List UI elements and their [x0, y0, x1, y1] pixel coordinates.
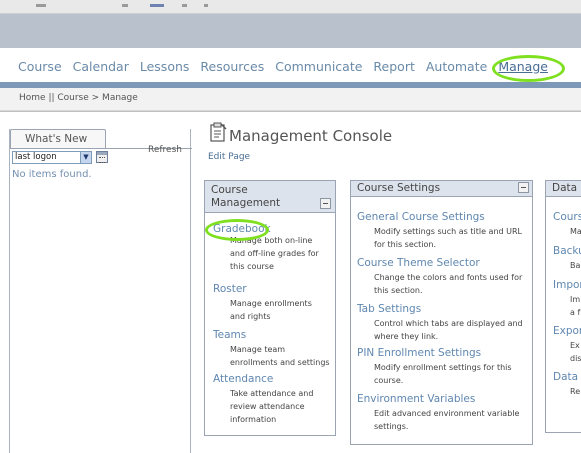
whats-new-filter-select[interactable]: last logon ▼ — [12, 151, 92, 164]
toolbar-fragment — [36, 4, 46, 7]
roster-link[interactable]: Roster — [213, 283, 328, 295]
course-data-link[interactable]: Cours — [553, 211, 581, 223]
attendance-link[interactable]: Attendance — [213, 373, 335, 385]
item-description: Im a f — [570, 295, 581, 317]
panel-title: Course Settings — [357, 182, 441, 194]
filter-selected-value: last logon — [15, 152, 57, 162]
panel-header: Course Management — [205, 181, 335, 213]
panel-header: Course Settings — [351, 181, 532, 197]
panel-data: Data I Cours Ma Backu Ba Impor Im a f Ex… — [545, 180, 581, 433]
toolbar-fragment — [204, 4, 208, 7]
header-divider — [0, 111, 581, 112]
item-description: Modify settings such as title and URL fo… — [374, 227, 523, 249]
panel-course-settings: Course Settings General Course Settings … — [350, 180, 533, 445]
minimize-icon[interactable] — [320, 198, 331, 209]
item-description: Control which tabs are displayed and whe… — [374, 319, 523, 341]
item-description: Take attendance and review attendance in… — [230, 389, 314, 424]
list-item: Data Re — [553, 371, 580, 398]
teams-link[interactable]: Teams — [213, 329, 335, 341]
course-theme-selector-link[interactable]: Course Theme Selector — [357, 257, 533, 269]
list-item: Expor Ex dis — [553, 325, 581, 365]
item-description: Manage team enrollments and settings — [230, 345, 330, 367]
import-link[interactable]: Impor — [553, 279, 581, 291]
calendar-icon[interactable] — [96, 151, 108, 163]
nav-item-communicate[interactable]: Communicate — [275, 59, 362, 74]
empty-message: No items found. — [12, 169, 92, 180]
panel-title: Course Management — [211, 184, 281, 209]
item-description: Ba — [570, 261, 581, 270]
item-description: Ma — [570, 227, 581, 236]
item-description: Change the colors and fonts used for thi… — [374, 273, 523, 295]
panel-header: Data I — [546, 181, 581, 197]
gradebook-highlight-circle — [205, 219, 269, 241]
nav-item-report[interactable]: Report — [373, 59, 414, 74]
browser-toolbar-strip — [0, 0, 581, 14]
minimize-icon[interactable] — [518, 182, 529, 193]
tab-whats-new[interactable]: What's New — [10, 129, 106, 149]
toolbar-fragment — [150, 4, 164, 7]
edit-page-link[interactable]: Edit Page — [208, 152, 250, 162]
list-item: Teams Manage team enrollments and settin… — [213, 329, 335, 369]
nav-item-automate[interactable]: Automate — [426, 59, 487, 74]
environment-variables-link[interactable]: Environment Variables — [357, 393, 533, 405]
pin-enrollment-settings-link[interactable]: PIN Enrollment Settings — [357, 347, 533, 359]
breadcrumb: Home || Course > Manage — [0, 88, 581, 111]
item-description: Re — [570, 387, 581, 396]
list-item: Backu Ba — [553, 245, 581, 272]
list-item: Attendance Take attendance and review at… — [213, 373, 335, 426]
item-description: Edit advanced environment variable setti… — [374, 409, 520, 431]
manage-highlight-circle — [492, 55, 565, 82]
tab-settings-link[interactable]: Tab Settings — [357, 303, 533, 315]
nav-item-course[interactable]: Course — [18, 59, 62, 74]
header-band — [0, 14, 581, 48]
list-item: Cours Ma — [553, 211, 581, 238]
nav-item-lessons[interactable]: Lessons — [140, 59, 190, 74]
list-item: Tab Settings Control which tabs are disp… — [357, 303, 533, 343]
toolbar-fragment — [182, 4, 187, 7]
nav-item-resources[interactable]: Resources — [200, 59, 264, 74]
item-description: Ex dis — [570, 341, 581, 363]
list-item: Environment Variables Edit advanced envi… — [357, 393, 533, 433]
clipboard-icon — [210, 122, 227, 142]
general-course-settings-link[interactable]: General Course Settings — [357, 211, 533, 223]
refresh-link[interactable]: Refresh — [148, 145, 182, 155]
tab-label: What's New — [25, 133, 88, 145]
export-link[interactable]: Expor — [553, 325, 581, 337]
panel-title: Data I — [552, 182, 581, 194]
item-description: Manage enrollments and rights — [230, 299, 312, 321]
breadcrumb-text[interactable]: Home || Course > Manage — [19, 93, 138, 103]
list-item: General Course Settings Modify settings … — [357, 211, 533, 251]
nav-item-calendar[interactable]: Calendar — [73, 59, 129, 74]
data-link[interactable]: Data — [553, 371, 580, 383]
chevron-down-icon[interactable]: ▼ — [80, 152, 91, 163]
page-title: Management Console — [229, 127, 393, 145]
toolbar-fragment — [122, 4, 128, 7]
backup-link[interactable]: Backu — [553, 245, 581, 257]
whats-new-column: What's New Refresh last logon ▼ No items… — [9, 129, 192, 453]
list-item: PIN Enrollment Settings Modify enrollmen… — [357, 347, 533, 387]
list-item: Course Theme Selector Change the colors … — [357, 257, 533, 297]
list-item: Roster Manage enrollments and rights — [213, 283, 328, 323]
list-item: Impor Im a f — [553, 279, 581, 319]
item-description: Modify enrollment settings for this cour… — [374, 363, 512, 385]
panel-course-management: Course Management Gradebook Manage both … — [204, 180, 336, 436]
